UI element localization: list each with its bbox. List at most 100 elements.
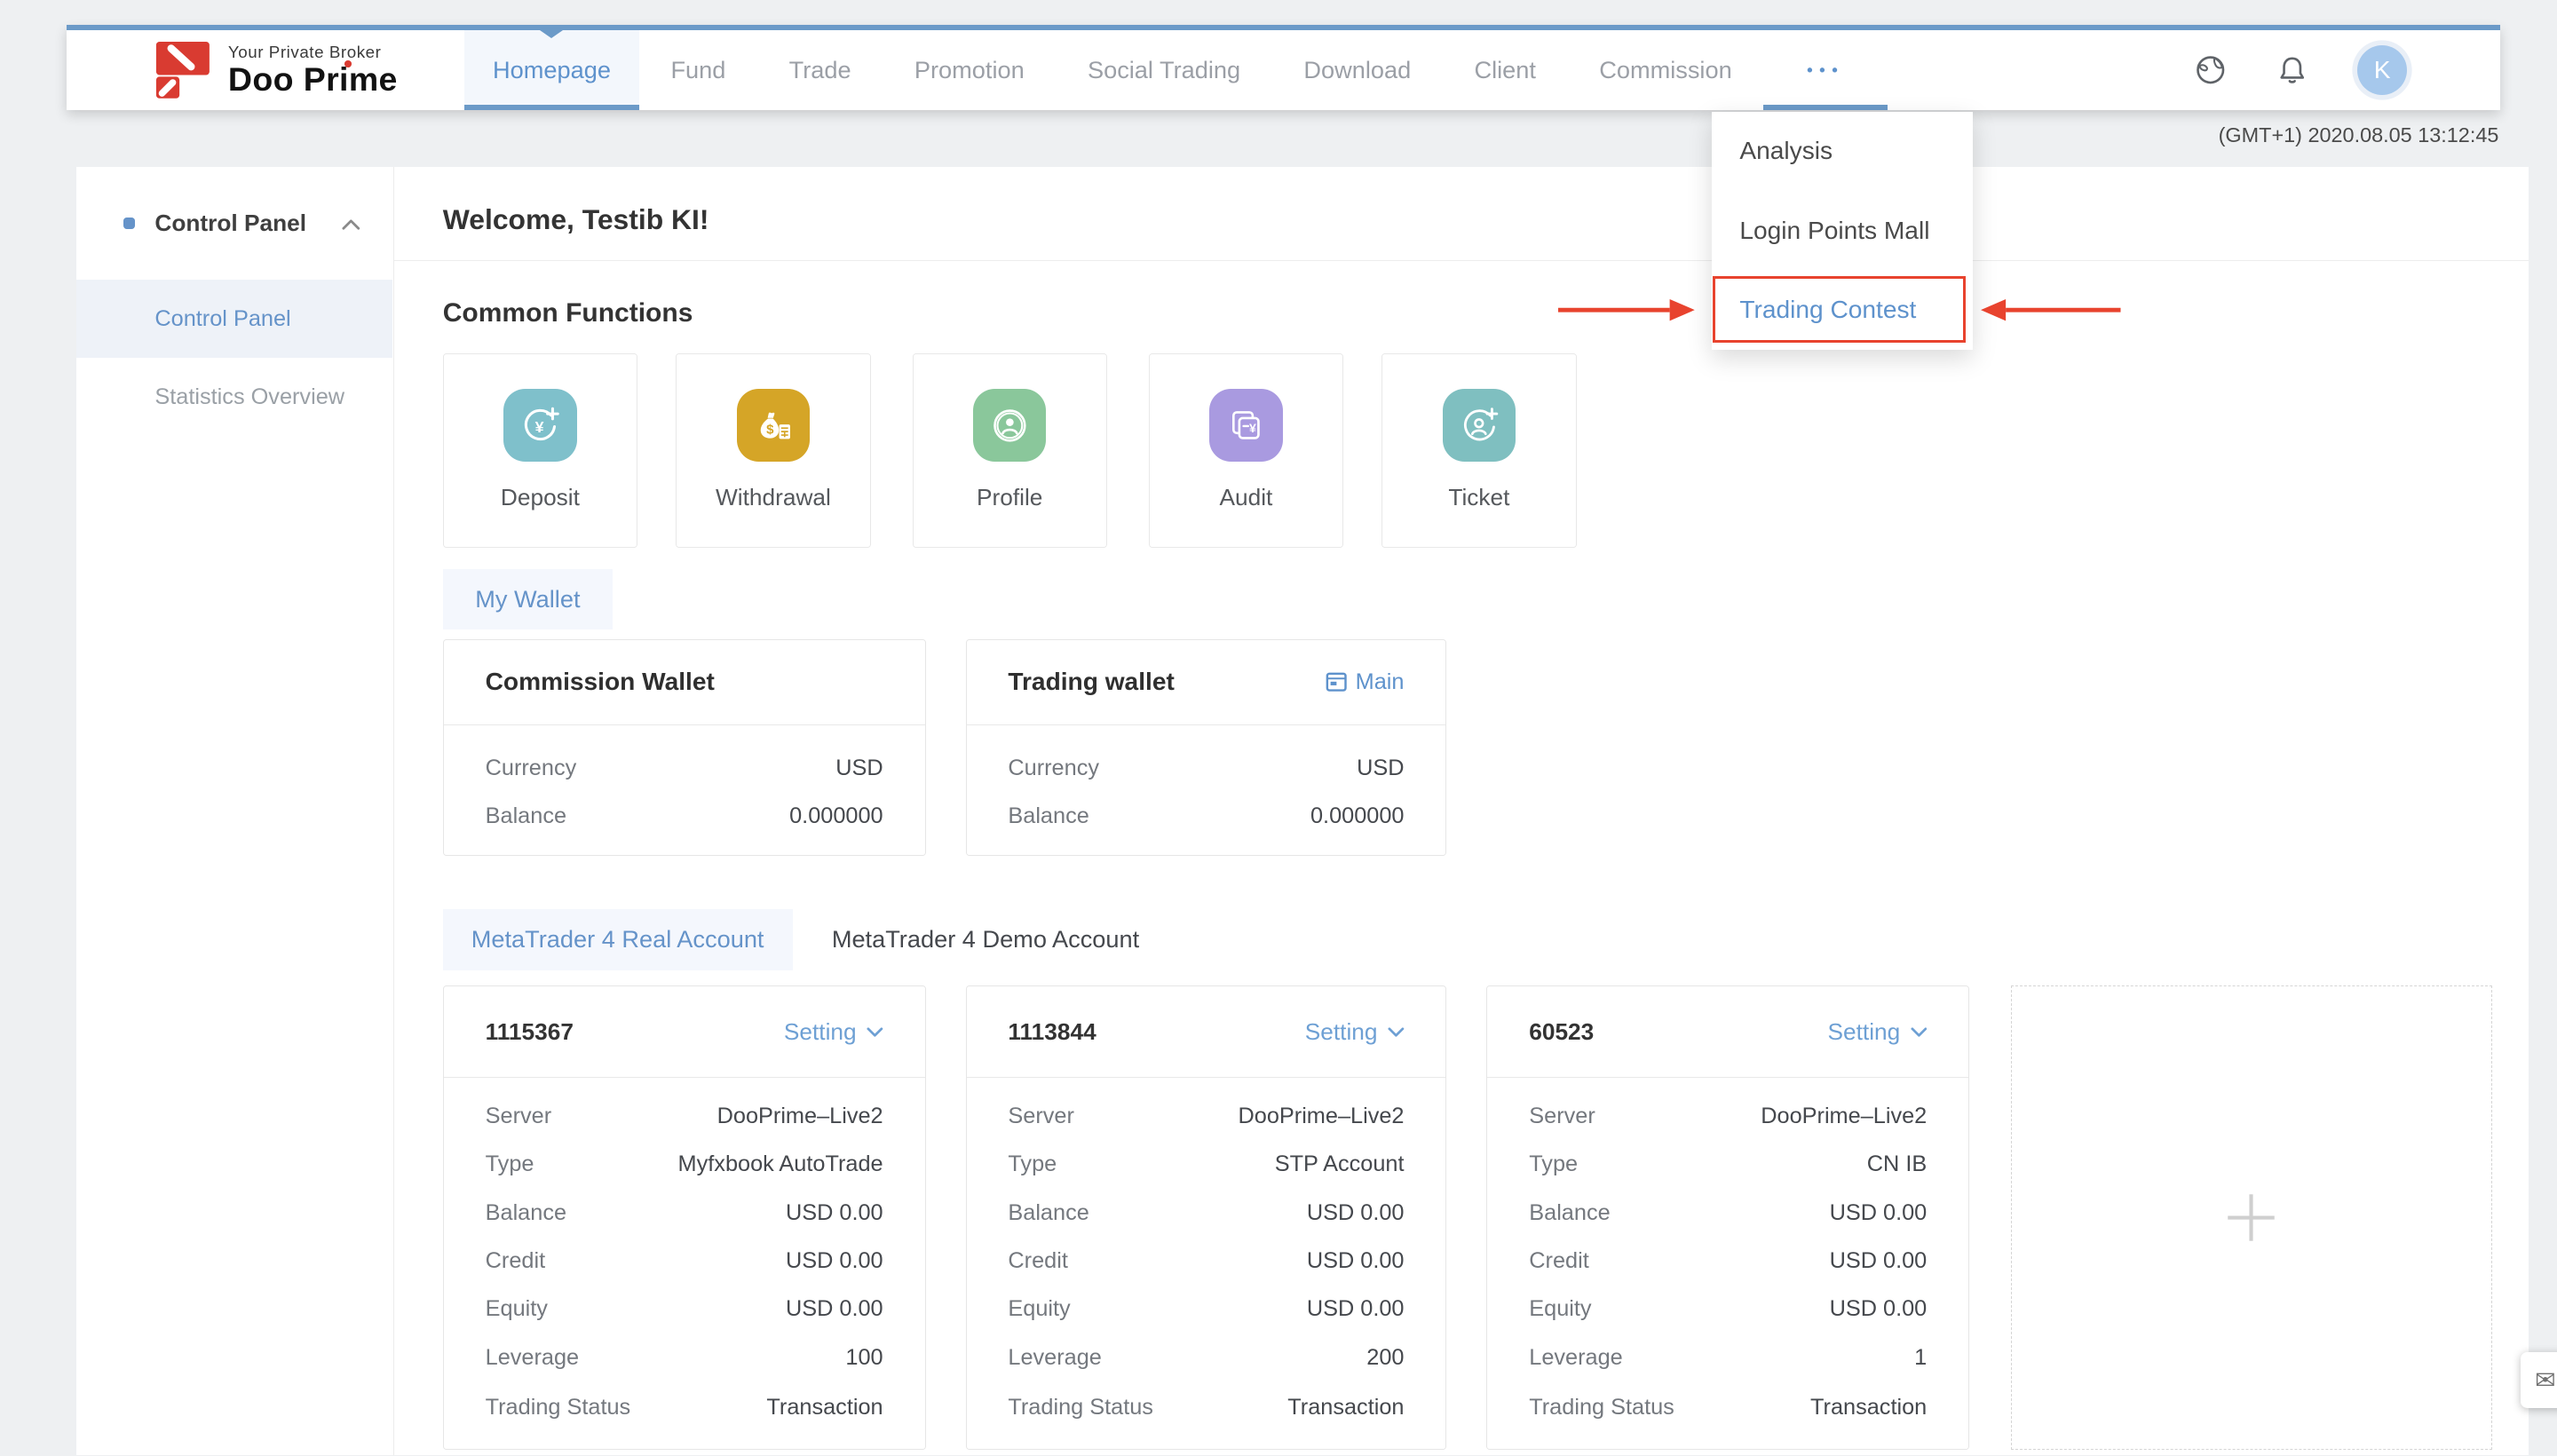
detail-row: TypeMyfxbook AutoTrade [486,1150,883,1180]
annotation-arrow-right [1981,298,2121,321]
nav-item-trade[interactable]: Trade [757,30,883,110]
main-nav: Homepage Fund Trade Promotion Social Tra… [464,30,1888,110]
wallet-row: Currency USD [1008,754,1404,784]
sidebar-group-control-panel[interactable]: Control Panel [76,200,393,247]
brand-name: Doo Prime [228,62,398,97]
nav-item-more[interactable]: ••• [1763,30,1888,110]
nav-item-homepage[interactable]: Homepage [464,30,639,110]
main-wallet-link[interactable]: Main [1326,669,1405,695]
doo-prime-logo-icon [154,42,211,99]
account-card-1113844: 1113844 Setting ServerDooPrime–Live2 Typ… [966,985,1447,1450]
welcome-heading: Welcome, Testib KI! [443,203,709,236]
wallet-title: Trading wallet [1008,668,1174,696]
detail-row: BalanceUSD 0.00 [486,1198,883,1228]
notifications-button[interactable] [2276,53,2309,87]
brand-tagline: Your Private Broker [228,43,398,62]
account-card-60523: 60523 Setting ServerDooPrime–Live2 TypeC… [1486,985,1969,1450]
nav-item-client[interactable]: Client [1443,30,1568,110]
withdrawal-icon: $ [737,389,811,463]
bullet-icon [123,218,135,229]
audit-icon: ¥ [1209,389,1283,463]
wallet-row: Currency USD [486,754,883,784]
account-card-1115367: 1115367 Setting ServerDooPrime–Live2 Typ… [443,985,926,1450]
nav-item-download[interactable]: Download [1272,30,1443,110]
detail-row: ServerDooPrime–Live2 [1008,1101,1404,1131]
detail-row: TypeCN IB [1529,1150,1927,1180]
brand-logo: Your Private Broker Doo Prime [154,30,464,110]
menu-item-analysis[interactable]: Analysis [1712,112,1973,191]
function-card-audit[interactable]: ¥ Audit [1149,353,1343,548]
detail-row: BalanceUSD 0.00 [1529,1198,1927,1228]
detail-row: ServerDooPrime–Live2 [486,1101,883,1131]
sidebar-item-control-panel[interactable]: Control Panel [76,280,392,358]
tab-mt4-real-account[interactable]: MetaTrader 4 Real Account [443,909,793,970]
wallet-icon [1326,671,1347,692]
top-navbar: Your Private Broker Doo Prime Homepage F… [67,25,2500,110]
main-content: Welcome, Testib KI! Common Functions ¥ D… [394,167,2529,1455]
nav-item-commission[interactable]: Commission [1568,30,1764,110]
detail-row: BalanceUSD 0.00 [1008,1198,1404,1228]
profile-icon [973,389,1047,463]
envelope-icon: ✉ [2535,1365,2556,1395]
add-account-card[interactable] [2011,985,2492,1450]
plus-icon [2218,1184,2284,1251]
wallet-row: Balance 0.000000 [1008,802,1404,832]
detail-row: EquityUSD 0.00 [486,1294,883,1325]
sidebar: Control Panel Control Panel Statistics O… [76,167,394,1455]
chevron-down-icon [1388,1026,1405,1038]
menu-item-login-points-mall[interactable]: Login Points Mall [1712,191,1973,270]
globe-icon [2194,53,2228,87]
annotation-highlight-box [1713,276,1966,343]
chevron-down-icon [1911,1026,1928,1038]
setting-dropdown-button[interactable]: Setting [1305,1018,1405,1046]
svg-text:¥: ¥ [535,418,544,436]
server-time: (GMT+1) 2020.08.05 13:12:45 [2219,123,2499,147]
svg-text:$: $ [766,422,774,437]
function-card-deposit[interactable]: ¥ Deposit [443,353,637,548]
bell-icon [2276,53,2309,87]
detail-row: CreditUSD 0.00 [1008,1246,1404,1277]
detail-row: Trading StatusTransaction [1529,1393,1927,1423]
detail-row: Leverage100 [486,1342,883,1373]
function-card-profile[interactable]: Profile [913,353,1107,548]
ticket-icon [1443,389,1516,463]
common-functions-title: Common Functions [443,298,693,328]
doo-prime-dashboard: Your Private Broker Doo Prime Homepage F… [0,0,2557,1455]
detail-row: EquityUSD 0.00 [1529,1294,1927,1325]
brand-i-dot [344,60,352,67]
nav-item-promotion[interactable]: Promotion [883,30,1056,110]
sidebar-item-statistics-overview[interactable]: Statistics Overview [76,358,392,436]
ellipsis-icon: ••• [1807,60,1844,80]
contact-mail-button[interactable]: ✉ [2521,1352,2557,1409]
detail-row: Trading StatusTransaction [1008,1393,1404,1423]
trading-wallet-card: Trading wallet Main Currency USD Balance… [966,639,1447,856]
svg-text:¥: ¥ [1249,421,1256,435]
nav-item-fund[interactable]: Fund [639,30,757,110]
account-number: 60523 [1529,1018,1594,1046]
detail-row: Trading StatusTransaction [486,1393,883,1423]
wallet-row: Balance 0.000000 [486,802,883,832]
detail-row: Leverage1 [1529,1342,1927,1373]
setting-dropdown-button[interactable]: Setting [784,1018,883,1046]
function-card-withdrawal[interactable]: $ Withdrawal [676,353,870,548]
nav-item-social-trading[interactable]: Social Trading [1056,30,1271,110]
commission-wallet-card: Commission Wallet Currency USD Balance 0… [443,639,926,856]
wallet-title: Commission Wallet [486,668,715,696]
account-number: 1113844 [1008,1018,1096,1046]
detail-row: CreditUSD 0.00 [486,1246,883,1277]
chevron-down-icon [867,1026,883,1038]
detail-row: CreditUSD 0.00 [1529,1246,1927,1277]
deposit-icon: ¥ [503,389,577,463]
function-card-ticket[interactable]: Ticket [1381,353,1576,548]
account-number: 1115367 [486,1018,574,1046]
divider [394,260,2529,262]
setting-dropdown-button[interactable]: Setting [1828,1018,1928,1046]
tab-my-wallet[interactable]: My Wallet [443,569,613,629]
active-tab-caret-icon [540,30,563,38]
user-avatar[interactable]: K [2357,45,2407,95]
chevron-up-icon [342,218,360,230]
detail-row: ServerDooPrime–Live2 [1529,1101,1927,1131]
detail-row: Leverage200 [1008,1342,1404,1373]
tab-mt4-demo-account[interactable]: MetaTrader 4 Demo Account [819,909,1152,970]
language-globe-button[interactable] [2194,53,2228,87]
